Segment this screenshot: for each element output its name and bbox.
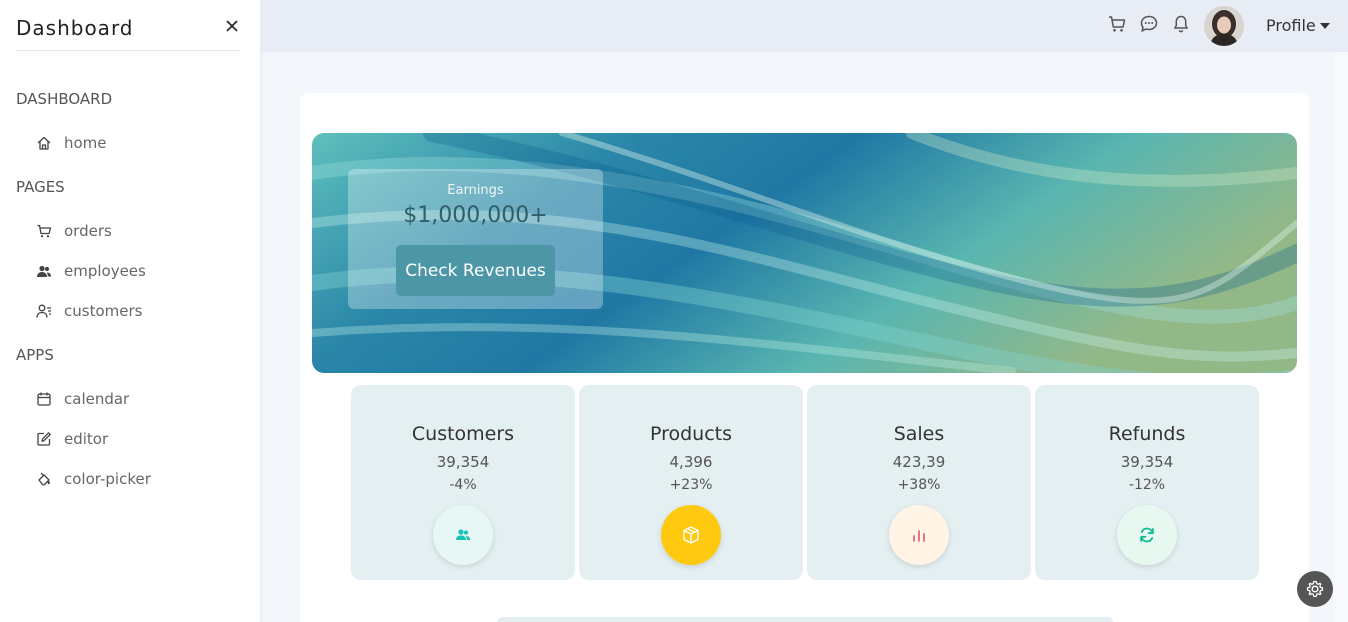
customers-icon	[456, 529, 470, 540]
edit-icon	[37, 432, 51, 446]
employees-icon	[37, 265, 51, 277]
stat-title: Products	[649, 423, 733, 445]
sidebar-item-label: home	[64, 134, 107, 152]
chat-icon[interactable]	[1139, 14, 1159, 34]
sidebar-item-editor[interactable]: editor	[36, 427, 108, 451]
box-icon	[683, 526, 699, 544]
earnings-value: $1,000,000+	[403, 203, 548, 228]
cart-icon[interactable]	[1107, 14, 1127, 34]
stat-percent: +38%	[897, 477, 941, 493]
sidebar-item-label: color-picker	[64, 470, 151, 488]
stat-title: Sales	[893, 423, 945, 445]
stat-card-customers: Customers 39,354 -4%	[351, 385, 575, 580]
caret-down-icon	[1319, 22, 1330, 29]
stat-card-sales: Sales 423,39 +38%	[807, 385, 1031, 580]
stat-percent: -12%	[1128, 477, 1166, 493]
sidebar-header: Dashboard	[16, 12, 240, 51]
bell-icon[interactable]	[1171, 14, 1191, 34]
stat-value: 423,39	[892, 453, 946, 471]
stat-percent: +23%	[669, 477, 713, 493]
earnings-banner: Earnings $1,000,000+ Check Revenues	[312, 133, 1297, 373]
stat-value: 4,396	[669, 453, 713, 471]
top-navbar: Profile	[260, 0, 1348, 52]
sidebar-item-customers[interactable]: customers	[36, 299, 142, 323]
earnings-panel: Earnings $1,000,000+ Check Revenues	[348, 169, 603, 309]
section-pages: PAGES	[16, 178, 65, 196]
sidebar-item-label: customers	[64, 302, 143, 320]
color-picker-icon	[38, 472, 50, 486]
avatar[interactable]	[1204, 6, 1244, 46]
sidebar-item-calendar[interactable]: calendar	[36, 387, 129, 411]
sales-icon-button[interactable]	[889, 505, 949, 565]
page-scrollbar[interactable]	[1334, 52, 1348, 622]
home-icon	[37, 136, 51, 150]
cart-icon	[37, 224, 52, 238]
stat-value: 39,354	[1120, 453, 1174, 471]
sidebar-item-label: calendar	[64, 390, 130, 408]
products-icon-button[interactable]	[661, 505, 721, 565]
earnings-label: Earnings	[447, 183, 504, 198]
refunds-icon-button[interactable]	[1117, 505, 1177, 565]
customers-icon	[36, 304, 51, 318]
sidebar-item-color-picker[interactable]: color-picker	[36, 467, 151, 491]
section-dashboard: DASHBOARD	[16, 90, 113, 108]
sidebar-item-employees[interactable]: employees	[36, 259, 146, 283]
stat-card-products: Products 4,396 +23%	[579, 385, 803, 580]
close-icon[interactable]	[224, 18, 240, 34]
sidebar: Dashboard DASHBOARD home PAGES orders em…	[0, 0, 260, 622]
stat-title: Refunds	[1108, 423, 1186, 445]
bar-chart-icon	[913, 530, 925, 542]
profile-label: Profile	[1266, 16, 1316, 35]
settings-button[interactable]	[1297, 571, 1333, 607]
sidebar-item-orders[interactable]: orders	[36, 219, 112, 243]
calendar-icon	[37, 392, 51, 406]
stat-percent: -4%	[449, 477, 477, 493]
sidebar-title[interactable]: Dashboard	[16, 16, 134, 40]
refresh-icon	[1140, 527, 1154, 543]
section-apps: APPS	[16, 346, 54, 364]
sidebar-item-label: employees	[64, 262, 146, 280]
sidebar-item-label: editor	[64, 430, 109, 448]
stat-value: 39,354	[436, 453, 490, 471]
gear-icon	[1306, 580, 1324, 598]
customers-icon-button[interactable]	[433, 505, 493, 565]
check-revenues-button[interactable]: Check Revenues	[396, 245, 555, 296]
sidebar-item-label: orders	[64, 222, 112, 240]
stat-card-refunds: Refunds 39,354 -12%	[1035, 385, 1259, 580]
next-card-edge	[497, 617, 1113, 622]
stat-title: Customers	[411, 423, 515, 445]
profile-menu[interactable]: Profile	[1266, 16, 1330, 35]
sidebar-item-home[interactable]: home	[36, 131, 107, 155]
